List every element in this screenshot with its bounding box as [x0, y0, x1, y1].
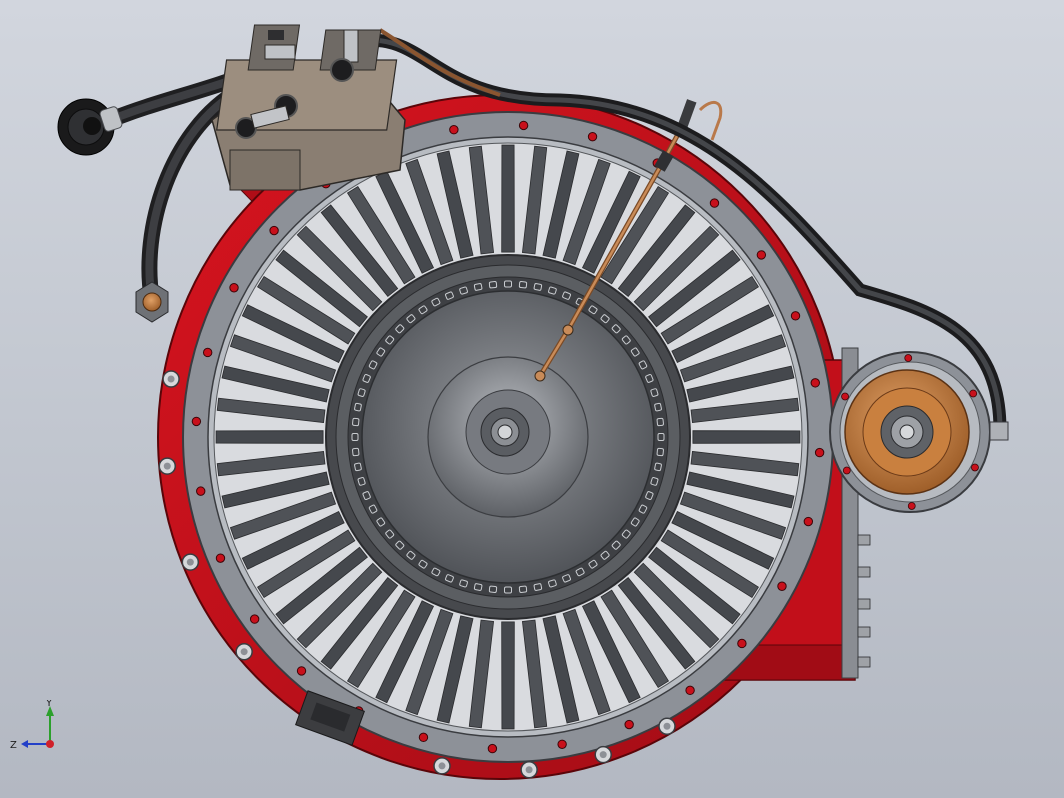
housing-bolt-center — [240, 648, 248, 656]
stator-vane — [215, 430, 324, 444]
gearbox-bolt — [857, 626, 871, 638]
z-axis-arrowhead — [21, 740, 28, 748]
gearbox-bolt — [857, 534, 871, 546]
y-axis-label: Y — [45, 700, 53, 709]
housing-bolt-center — [186, 558, 194, 566]
side-bolt — [842, 466, 851, 475]
z-axis-label: Z — [10, 740, 17, 751]
flange-bolt — [777, 581, 787, 591]
housing-bolt-center — [167, 375, 175, 383]
stator-vane — [692, 430, 801, 444]
hose-end-grommet[interactable] — [57, 98, 123, 156]
flange-bolt — [814, 447, 825, 458]
flange-bolt — [215, 553, 226, 563]
flange-bolt — [296, 666, 307, 676]
flange-bolt — [196, 486, 206, 496]
x-axis-dot — [46, 740, 54, 748]
gearbox-bolt — [857, 656, 871, 668]
housing-bolt-center — [438, 762, 446, 770]
flange-bolt — [269, 225, 279, 236]
side-bolt — [907, 502, 916, 510]
gearbox-bolt — [857, 566, 871, 578]
flange-bolt — [191, 416, 202, 427]
rotor-disc[interactable] — [325, 254, 691, 620]
side-bolt — [841, 392, 849, 401]
side-bolt — [969, 389, 978, 398]
flange-bolt — [557, 739, 567, 749]
housing-bolt-center — [663, 722, 671, 730]
housing-bolt-center — [163, 462, 171, 470]
turbine-assembly-model[interactable] — [0, 0, 1064, 798]
stator-vane — [501, 621, 515, 730]
gearbox-fasteners — [857, 534, 871, 668]
flange-bolt — [249, 614, 260, 624]
flange-bolt — [624, 719, 634, 730]
flange-bolt — [790, 311, 801, 321]
flange-bolt — [587, 131, 598, 142]
flange-bolt — [229, 283, 239, 293]
cad-viewport[interactable]: Y Z — [0, 0, 1064, 798]
flange-bolt — [449, 125, 459, 135]
housing-bolt-center — [599, 751, 607, 759]
coordinate-triad: Y Z — [10, 700, 54, 751]
flange-bolt — [487, 743, 498, 754]
flange-bolt — [709, 198, 720, 208]
flange-bolt — [810, 378, 820, 388]
flange-bolt — [756, 250, 767, 260]
gearbox-bolt — [857, 598, 871, 610]
side-bearing-housing[interactable] — [829, 351, 1009, 513]
flange-bolt — [803, 516, 814, 527]
flange-bolt — [202, 347, 213, 358]
flange-bolt — [418, 732, 429, 743]
flange-bolt — [685, 685, 695, 696]
flange-bolt — [737, 638, 747, 649]
flange-bolt — [518, 120, 529, 131]
valve-block-assembly[interactable] — [211, 24, 406, 191]
stator-vane — [501, 144, 515, 253]
housing-bolt-center — [525, 766, 533, 774]
hose-end-copper-fitting[interactable] — [135, 281, 169, 323]
side-bolt — [971, 463, 979, 472]
side-bolt — [904, 354, 913, 362]
